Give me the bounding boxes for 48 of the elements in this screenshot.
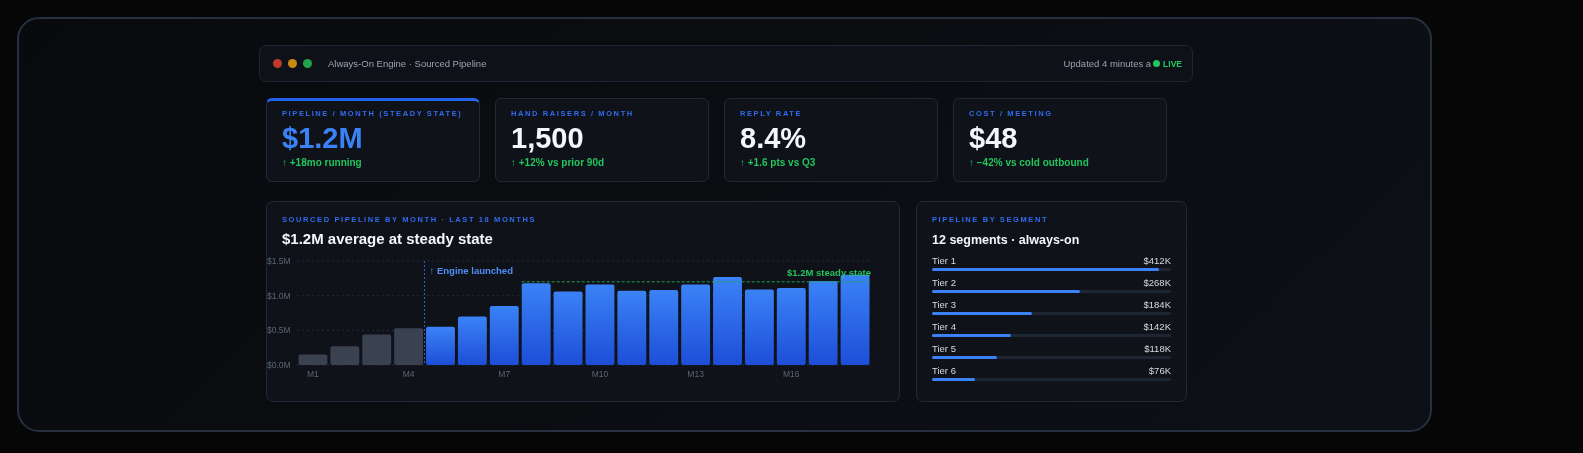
updated-text: Updated 4 minutes a <box>1063 58 1152 69</box>
segment-amount: $118K <box>1144 343 1171 355</box>
card-title: 12 segments · always-on <box>932 233 1081 247</box>
bar <box>489 306 519 365</box>
kpi-value: $1.2M <box>282 122 364 154</box>
close-icon[interactable] <box>273 59 282 68</box>
bar <box>330 346 360 365</box>
minimize-icon[interactable] <box>288 59 297 68</box>
axis-label: $1.0M <box>267 290 291 301</box>
segment-name: Tier 4 <box>932 321 956 333</box>
axis-label: M16 <box>783 369 800 379</box>
segment-name: Tier 1 <box>932 255 956 267</box>
segment-amount: $142K <box>1143 321 1171 333</box>
bar <box>394 328 424 365</box>
bar <box>298 354 328 365</box>
segment-name: Tier 5 <box>932 343 956 355</box>
axis-label: M1 <box>307 369 319 379</box>
segment-name: Tier 2 <box>932 277 956 289</box>
maximize-icon[interactable] <box>303 59 312 68</box>
kpi-delta: ↑ +1.6 pts vs Q3 <box>740 157 817 168</box>
kpi-delta: ↑ −42% vs cold outbound <box>969 157 1090 168</box>
axis-label: M4 <box>402 369 415 379</box>
kpi-value: 1,500 <box>511 122 585 154</box>
segment-name: Tier 3 <box>932 299 956 311</box>
bar <box>457 316 487 365</box>
kpi-value: 8.4% <box>740 122 808 154</box>
segment-name: Tier 6 <box>932 365 956 377</box>
axis-label: M10 <box>591 369 609 379</box>
axis-label: $0.0M <box>267 360 291 370</box>
live-dot-icon <box>1153 60 1161 67</box>
window-title: Always-On Engine · Sourced Pipeline <box>328 58 488 69</box>
bar <box>362 334 392 365</box>
segment-amount: $412K <box>1143 255 1171 267</box>
segment-amount: $268K <box>1143 277 1171 289</box>
reference-label: $1.2M steady state <box>787 266 871 278</box>
kpi-delta: ↑ +18mo running <box>282 157 363 168</box>
segment-amount: $76K <box>1148 365 1171 377</box>
live-label: LIVE <box>1163 58 1182 69</box>
axis-label: M13 <box>687 369 704 379</box>
kpi-value: $48 <box>969 122 1019 154</box>
segment-amount: $184K <box>1143 299 1171 311</box>
reference-label: ↑ Engine launched <box>429 265 513 276</box>
axis-label: M7 <box>498 369 511 379</box>
kpi-delta: ↑ +12% vs prior 90d <box>511 157 606 168</box>
card-title: $1.2M average at steady state <box>282 230 494 247</box>
bar <box>426 326 455 365</box>
axis-label: $0.5M <box>267 325 291 336</box>
axis-label: $1.5M <box>267 256 291 266</box>
